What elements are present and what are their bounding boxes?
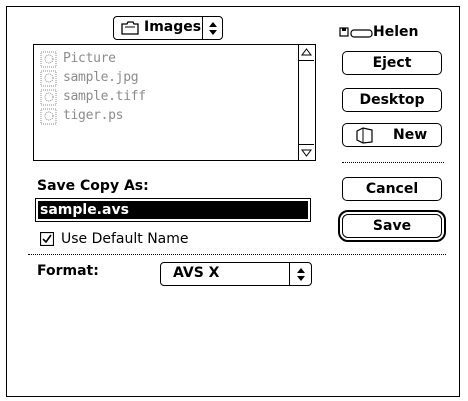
file-name: Picture xyxy=(63,51,116,66)
divider xyxy=(28,254,446,255)
list-scrollbar[interactable] xyxy=(298,45,315,160)
save-button[interactable]: Save xyxy=(338,210,446,242)
volume-name: Helen xyxy=(373,24,419,40)
cancel-button[interactable]: Cancel xyxy=(342,177,442,201)
checkbox-checked-icon[interactable] xyxy=(40,232,54,246)
new-folder-button[interactable]: New xyxy=(342,123,442,147)
up-down-arrows-icon xyxy=(297,268,305,281)
file-name: tiger.ps xyxy=(63,108,124,123)
desktop-button[interactable]: Desktop xyxy=(342,88,442,112)
scroll-up-arrow-icon[interactable] xyxy=(299,45,314,61)
folder-icon xyxy=(121,21,139,35)
document-icon xyxy=(40,108,57,125)
disk-icon xyxy=(339,27,373,38)
format-value: AVS X xyxy=(173,265,220,281)
file-name: sample.jpg xyxy=(63,70,139,85)
new-button-label: New xyxy=(393,127,428,143)
eject-button[interactable]: Eject xyxy=(342,51,442,75)
save-as-field[interactable]: sample.avs xyxy=(35,198,311,222)
document-icon xyxy=(40,89,57,106)
document-icon xyxy=(40,70,57,87)
location-popup[interactable]: Images xyxy=(113,16,223,40)
use-default-name-label[interactable]: Use Default Name xyxy=(61,231,189,247)
save-as-label: Save Copy As: xyxy=(37,178,149,194)
new-folder-icon xyxy=(356,127,373,144)
file-list[interactable]: Picture sample.jpg sample.tiff tiger.ps xyxy=(33,44,316,161)
location-label: Images xyxy=(144,19,202,35)
format-popup[interactable]: AVS X xyxy=(160,262,312,286)
up-down-arrows-icon xyxy=(209,22,217,35)
document-icon xyxy=(40,51,57,68)
file-name: sample.tiff xyxy=(63,89,146,104)
scroll-down-arrow-icon[interactable] xyxy=(299,144,314,160)
format-label: Format: xyxy=(37,263,99,279)
save-as-value: sample.avs xyxy=(40,202,129,218)
divider xyxy=(342,162,444,163)
